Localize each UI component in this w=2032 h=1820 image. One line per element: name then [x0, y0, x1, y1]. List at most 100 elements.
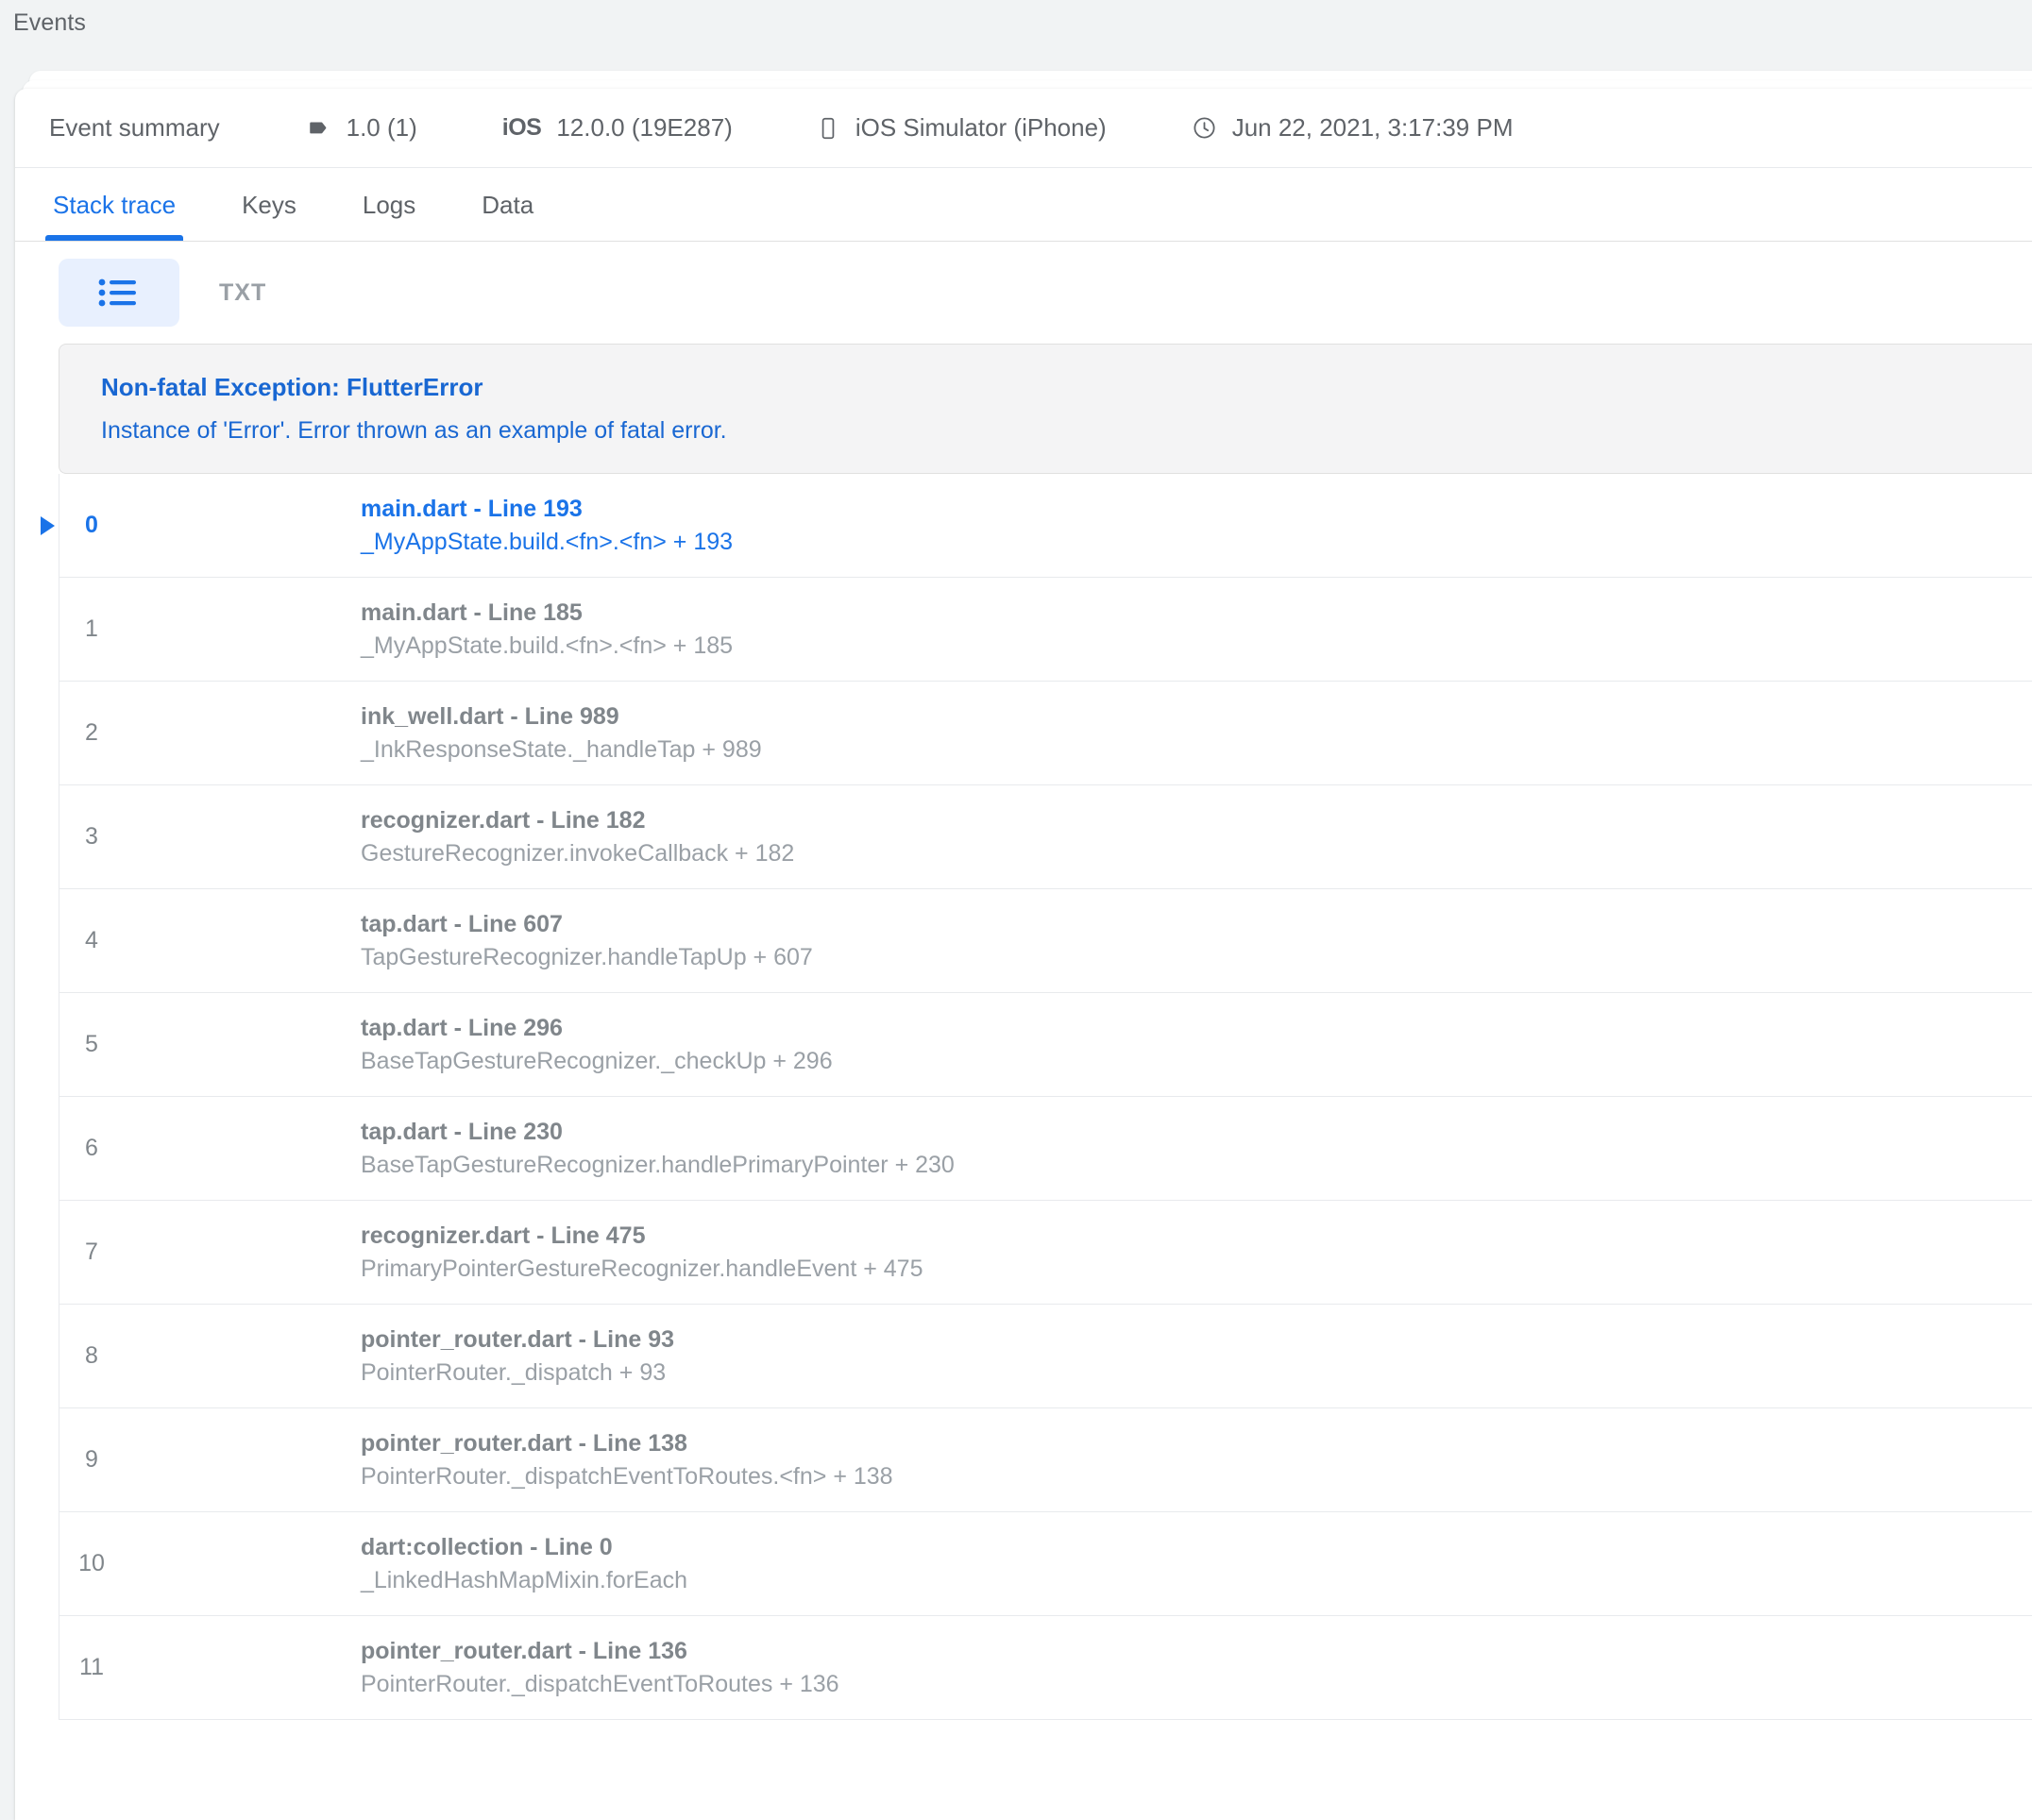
frame-symbol: BaseTapGestureRecognizer._checkUp + 296: [361, 1047, 833, 1074]
frame-index: 0: [85, 512, 98, 538]
expand-arrow-cell[interactable]: [15, 1305, 59, 1407]
frame-file[interactable]: tap.dart - Line 607: [361, 911, 2032, 938]
table-row[interactable]: 3 recognizer.dart - Line 182 GestureReco…: [59, 785, 2032, 889]
frame-file[interactable]: dart:collection - Line 0: [361, 1534, 2032, 1561]
clock-icon: [1192, 115, 1217, 141]
frame-symbol: _InkResponseState._handleTap + 989: [361, 735, 762, 763]
expand-arrow-cell[interactable]: [15, 1201, 59, 1304]
frame-symbol: PointerRouter._dispatchEventToRoutes.<fn…: [361, 1462, 893, 1490]
txt-view-button[interactable]: TXT: [219, 279, 266, 307]
frame-file[interactable]: recognizer.dart - Line 182: [361, 807, 2032, 834]
expand-arrow-cell[interactable]: [15, 993, 59, 1096]
frame-file[interactable]: pointer_router.dart - Line 93: [361, 1326, 2032, 1354]
frame-info: pointer_router.dart - Line 136 PointerRo…: [125, 1616, 2032, 1719]
stack-frame-list: 0 main.dart - Line 193 _MyAppState.build…: [15, 474, 2032, 1720]
frame-index: 4: [85, 927, 98, 953]
expand-arrow-cell[interactable]: [15, 1097, 59, 1200]
table-row[interactable]: 2 ink_well.dart - Line 989 _InkResponseS…: [59, 682, 2032, 785]
expand-arrow-cell[interactable]: [15, 1616, 59, 1719]
frame-file[interactable]: ink_well.dart - Line 989: [361, 703, 2032, 731]
frame-symbol: BaseTapGestureRecognizer.handlePrimaryPo…: [361, 1151, 955, 1178]
table-row[interactable]: 7 recognizer.dart - Line 475 PrimaryPoin…: [59, 1201, 2032, 1305]
device-value: iOS Simulator (iPhone): [855, 113, 1107, 142]
expand-arrow-cell[interactable]: [15, 1512, 59, 1615]
frame-symbol: _LinkedHashMapMixin.forEach: [361, 1566, 688, 1593]
os-version-item: iOS 12.0.0 (19E287): [502, 113, 733, 143]
frame-index: 3: [85, 823, 98, 850]
frame-file[interactable]: pointer_router.dart - Line 136: [361, 1638, 2032, 1665]
frame-index: 1: [85, 615, 98, 642]
frame-symbol: _MyAppState.build.<fn>.<fn> + 193: [361, 528, 734, 555]
expand-arrow-cell[interactable]: [15, 682, 59, 784]
frame-info: dart:collection - Line 0 _LinkedHashMapM…: [125, 1512, 2032, 1615]
expand-arrow-cell[interactable]: [15, 578, 59, 681]
frame-info: main.dart - Line 193 _MyAppState.build.<…: [125, 474, 2032, 577]
frame-symbol: GestureRecognizer.invokeCallback + 182: [361, 839, 795, 867]
frame-symbol: _MyAppState.build.<fn>.<fn> + 185: [361, 632, 734, 659]
table-row[interactable]: 11 pointer_router.dart - Line 136 Pointe…: [59, 1616, 2032, 1720]
frame-info: tap.dart - Line 230 BaseTapGestureRecogn…: [125, 1097, 2032, 1200]
tab-data[interactable]: Data: [478, 191, 537, 241]
table-row[interactable]: 4 tap.dart - Line 607 TapGestureRecogniz…: [59, 889, 2032, 993]
expand-arrow-cell[interactable]: [15, 1408, 59, 1511]
event-detail-card: Event summary 1.0 (1) iOS 12.0.0 (19E287…: [15, 89, 2032, 1820]
frame-info: recognizer.dart - Line 475 PrimaryPointe…: [125, 1201, 2032, 1304]
frame-file[interactable]: main.dart - Line 185: [361, 599, 2032, 627]
app-version-value: 1.0 (1): [346, 113, 417, 142]
frame-file[interactable]: tap.dart - Line 230: [361, 1119, 2032, 1146]
frame-index: 8: [85, 1342, 98, 1369]
frame-index: 9: [85, 1446, 98, 1473]
tab-logs[interactable]: Logs: [359, 191, 419, 241]
expand-arrow-cell[interactable]: [15, 474, 59, 577]
timestamp-value: Jun 22, 2021, 3:17:39 PM: [1231, 113, 1514, 142]
phone-icon: [816, 116, 840, 141]
list-view-toggle-button[interactable]: [59, 259, 179, 327]
expand-arrow-cell[interactable]: [15, 785, 59, 888]
expand-arrow-cell[interactable]: [15, 889, 59, 992]
tag-icon: [307, 116, 331, 141]
frame-symbol: TapGestureRecognizer.handleTapUp + 607: [361, 943, 813, 970]
frame-file[interactable]: recognizer.dart - Line 475: [361, 1222, 2032, 1250]
exception-title[interactable]: Non-fatal Exception: FlutterError: [101, 373, 2032, 402]
table-row[interactable]: 0 main.dart - Line 193 _MyAppState.build…: [41, 474, 2032, 578]
table-row[interactable]: 10 dart:collection - Line 0 _LinkedHashM…: [59, 1512, 2032, 1616]
device-item: iOS Simulator (iPhone): [816, 113, 1107, 143]
table-row[interactable]: 5 tap.dart - Line 296 BaseTapGestureReco…: [59, 993, 2032, 1097]
frame-file[interactable]: pointer_router.dart - Line 138: [361, 1430, 2032, 1458]
frame-index: 5: [85, 1031, 98, 1057]
frame-info: pointer_router.dart - Line 93 PointerRou…: [125, 1305, 2032, 1407]
frame-info: tap.dart - Line 296 BaseTapGestureRecogn…: [125, 993, 2032, 1096]
frame-file[interactable]: tap.dart - Line 296: [361, 1015, 2032, 1042]
frame-symbol: PrimaryPointerGestureRecognizer.handleEv…: [361, 1255, 923, 1282]
frame-info: main.dart - Line 185 _MyAppState.build.<…: [125, 578, 2032, 681]
exception-subtitle: Instance of 'Error'. Error thrown as an …: [101, 417, 727, 444]
table-row[interactable]: 6 tap.dart - Line 230 BaseTapGestureReco…: [59, 1097, 2032, 1201]
detail-tabs: Stack trace Keys Logs Data: [15, 168, 2032, 242]
frame-index: 7: [85, 1239, 98, 1265]
breadcrumb[interactable]: Events: [13, 9, 86, 37]
frame-file[interactable]: main.dart - Line 193: [361, 496, 2032, 523]
frame-index: 6: [85, 1135, 98, 1161]
frame-index: 11: [79, 1654, 104, 1680]
frame-info: ink_well.dart - Line 989 _InkResponseSta…: [125, 682, 2032, 784]
tab-keys[interactable]: Keys: [238, 191, 300, 241]
chevron-right-icon[interactable]: [41, 515, 55, 535]
os-version-value: 12.0.0 (19E287): [556, 113, 733, 142]
table-row[interactable]: 9 pointer_router.dart - Line 138 Pointer…: [59, 1408, 2032, 1512]
frame-info: pointer_router.dart - Line 138 PointerRo…: [125, 1408, 2032, 1511]
frame-index: 10: [78, 1550, 105, 1576]
frame-symbol: PointerRouter._dispatch + 93: [361, 1358, 667, 1386]
stack-trace-toolbar: TXT: [15, 242, 2032, 344]
table-row[interactable]: 8 pointer_router.dart - Line 93 PointerR…: [59, 1305, 2032, 1408]
event-summary-header: Event summary 1.0 (1) iOS 12.0.0 (19E287…: [15, 89, 2032, 168]
list-view-icon: [97, 277, 141, 309]
frame-info: recognizer.dart - Line 182 GestureRecogn…: [125, 785, 2032, 888]
ios-icon: iOS: [501, 114, 542, 141]
exception-banner: Non-fatal Exception: FlutterError Instan…: [59, 344, 2032, 474]
frame-symbol: PointerRouter._dispatchEventToRoutes + 1…: [361, 1670, 839, 1697]
page-title: Event summary: [49, 113, 220, 142]
app-version-item: 1.0 (1): [307, 113, 417, 143]
frame-info: tap.dart - Line 607 TapGestureRecognizer…: [125, 889, 2032, 992]
tab-stack-trace[interactable]: Stack trace: [44, 191, 184, 241]
table-row[interactable]: 1 main.dart - Line 185 _MyAppState.build…: [59, 578, 2032, 682]
